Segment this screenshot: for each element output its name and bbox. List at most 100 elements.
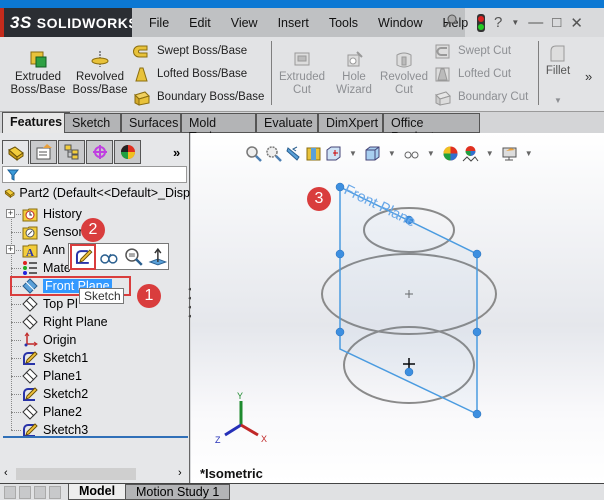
property-icon (36, 144, 52, 160)
tab-model[interactable]: Model (68, 484, 127, 500)
feature-manager-panel: » Part2 (Default<<Default>_Disp + History… (0, 133, 190, 483)
tree-item-label: Top Pl (43, 297, 78, 311)
normal-to-icon[interactable] (148, 247, 168, 267)
fillet-dropdown-icon[interactable]: ▼ (541, 94, 575, 107)
callout-3: 3 (307, 187, 331, 211)
boundary-cut-button[interactable]: Boundary Cut (434, 88, 528, 106)
propertymanager-tab[interactable] (30, 140, 57, 164)
revolved-cut-button[interactable]: Revolved Cut (378, 49, 430, 97)
expand-icon[interactable]: + (6, 209, 15, 218)
displaymanager-tab[interactable] (114, 140, 141, 164)
hole-wizard-button[interactable]: Hole Wizard (332, 49, 376, 97)
menu-window[interactable]: Window (378, 16, 422, 30)
swept-cut-button[interactable]: Swept Cut (434, 42, 511, 60)
solidworks-logo[interactable]: 3S SOLIDWORKS (0, 8, 138, 37)
menu-view[interactable]: View (231, 16, 258, 30)
zoom-to-selection-icon[interactable] (124, 247, 144, 267)
ds-logo-mark: 3S (10, 12, 32, 32)
lofted-boss-button[interactable]: Lofted Boss/Base (133, 65, 247, 83)
pin-icon[interactable] (444, 14, 458, 28)
revolved-boss-button[interactable]: Revolved Boss/Base (72, 49, 128, 97)
plane-icon (22, 368, 38, 384)
revolved-cut-icon (396, 52, 412, 68)
graphics-area[interactable]: ▼ ▼ ▼ ▼ ▼ Front Plane Y Z X *Isometric 3 (191, 133, 604, 483)
close-button[interactable]: ✕ (570, 14, 583, 32)
tree-item-label: Sketch2 (43, 387, 89, 401)
menu-file[interactable]: File (149, 16, 169, 30)
dimxpertmanager-tab[interactable] (86, 140, 113, 164)
label: Extruded (278, 71, 326, 83)
revolved-boss-icon (91, 51, 109, 67)
tree-connector (11, 304, 21, 305)
lofted-cut-button[interactable]: Lofted Cut (434, 65, 511, 83)
configurationmanager-tab[interactable] (58, 140, 85, 164)
tree-connector (11, 394, 21, 395)
tab-features[interactable]: Features (2, 112, 71, 133)
part-icon (7, 145, 24, 161)
next-tab-button[interactable] (34, 486, 46, 499)
sensors-icon (22, 224, 38, 240)
window-top-border (0, 0, 604, 8)
expand-icon[interactable]: + (6, 245, 15, 254)
prev-tab-button[interactable] (19, 486, 31, 499)
brand-name: SOLIDWORKS (36, 14, 139, 31)
boundary-boss-button[interactable]: Boundary Boss/Base (133, 88, 264, 106)
axis-triad: Y Z X (215, 391, 267, 445)
label: Extruded (14, 71, 62, 83)
sketch-icon (22, 386, 38, 402)
extruded-cut-icon (294, 52, 310, 66)
ribbon-divider (271, 41, 272, 105)
tab-evaluate[interactable]: Evaluate (256, 113, 318, 133)
extruded-cut-button[interactable]: Extruded Cut (276, 49, 328, 97)
menu-insert[interactable]: Insert (278, 16, 309, 30)
menu-tools[interactable]: Tools (329, 16, 358, 30)
sketch-tooltip: Sketch (79, 288, 124, 304)
tree-connector (11, 340, 21, 341)
tab-dimxpert[interactable]: DimXpert (318, 113, 383, 133)
sketch-icon (22, 350, 38, 366)
menu-edit[interactable]: Edit (189, 16, 211, 30)
filter-icon[interactable] (6, 169, 20, 181)
label: Wizard (336, 84, 372, 96)
part-name: Part2 (Default<<Default>_Disp (19, 186, 190, 200)
fillet-button[interactable]: Fillet ▼ (541, 43, 575, 107)
model-canvas[interactable]: Front Plane Y Z X (191, 133, 604, 483)
tree-root-part[interactable]: Part2 (Default<<Default>_Disp (4, 185, 190, 201)
label: Revolved (380, 71, 428, 83)
tab-surfaces[interactable]: Surfaces (121, 113, 181, 133)
label: Boundary Boss/Base (157, 91, 265, 103)
help-dropdown-icon[interactable]: ▼ (511, 18, 519, 27)
last-tab-button[interactable] (49, 486, 61, 499)
tree-filter[interactable] (2, 166, 187, 183)
help-icon[interactable]: ? (494, 14, 502, 31)
panel-tabs-more[interactable]: » (173, 145, 180, 160)
rebuild-status-icon[interactable] (477, 13, 485, 32)
view-icon[interactable] (99, 247, 119, 267)
tree-rollback-bar[interactable] (3, 436, 188, 438)
minimize-button[interactable]: — (528, 14, 543, 31)
scrollbar-thumb[interactable] (16, 468, 136, 480)
swept-boss-button[interactable]: Swept Boss/Base (133, 42, 247, 60)
tree-item-label: Plane2 (43, 405, 82, 419)
label: Boss/Base (72, 84, 128, 96)
restore-button[interactable]: □ (552, 14, 561, 31)
triad-z-label: Z (215, 435, 221, 445)
tab-motion-study-1[interactable]: Motion Study 1 (125, 484, 231, 500)
scroll-left-icon[interactable]: ‹ (4, 467, 8, 479)
tree-item-label: Sketch3 (43, 423, 89, 437)
tab-mold-tools[interactable]: Mold Tools (181, 113, 256, 144)
command-manager-ribbon: Extruded Boss/Base Revolved Boss/Base Swep… (0, 37, 604, 112)
scroll-right-icon[interactable]: › (178, 467, 182, 479)
tab-office-products[interactable]: Office Products (383, 113, 480, 144)
tab-sketch[interactable]: Sketch (64, 113, 121, 133)
ribbon-more-button[interactable]: » (585, 69, 592, 84)
extruded-boss-button[interactable]: Extruded Boss/Base (10, 49, 66, 97)
config-icon (64, 144, 78, 160)
tree-connector (11, 358, 21, 359)
history-icon (22, 206, 38, 222)
plane-icon (22, 404, 38, 420)
featuremanager-tab[interactable] (2, 140, 29, 164)
horizontal-scrollbar[interactable]: ‹ › (2, 467, 188, 481)
first-tab-button[interactable] (4, 486, 16, 499)
view-orientation-label: *Isometric (200, 466, 263, 481)
